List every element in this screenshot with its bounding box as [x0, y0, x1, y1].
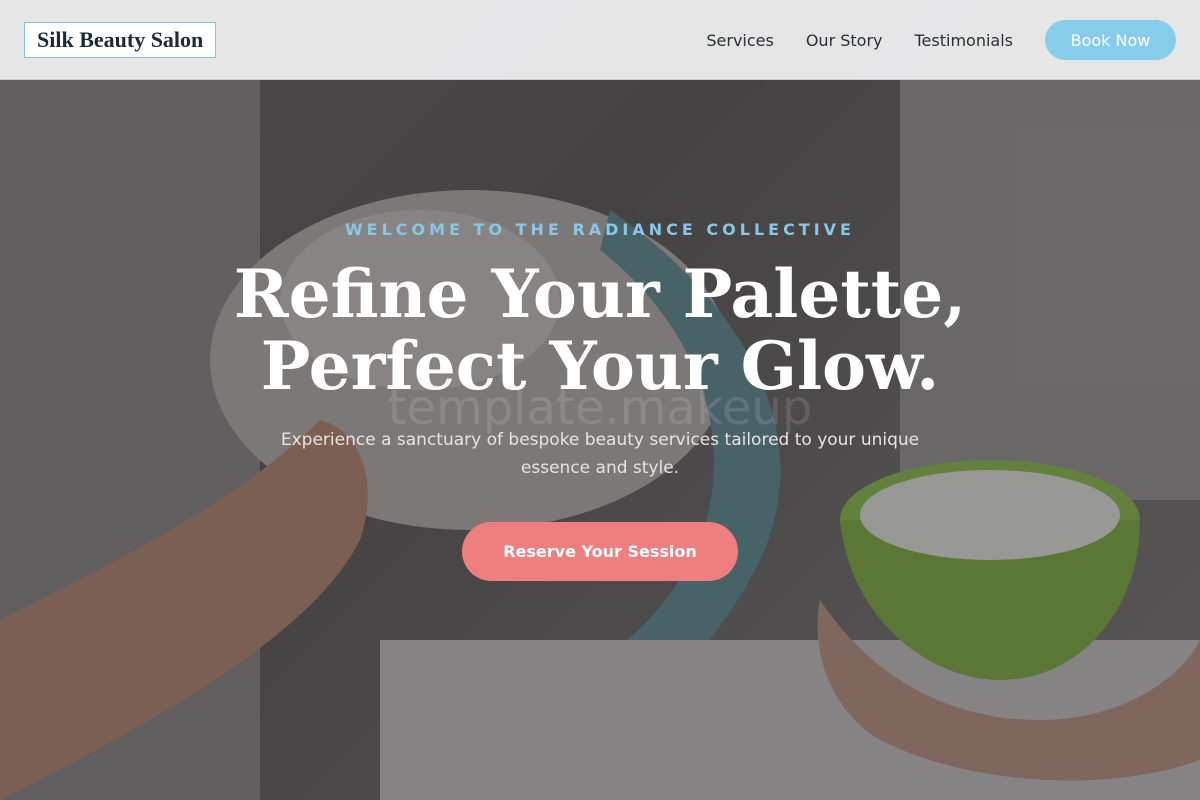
book-now-button[interactable]: Book Now — [1045, 20, 1176, 60]
hero-headline: Refine Your Palette, Perfect Your Glow. — [0, 258, 1200, 402]
nav-link-our-story[interactable]: Our Story — [806, 31, 883, 50]
hero-headline-line2: Perfect Your Glow. — [260, 327, 940, 405]
site-header: Silk Beauty Salon Services Our Story Tes… — [0, 0, 1200, 80]
reserve-session-button[interactable]: Reserve Your Session — [462, 522, 738, 581]
hero-eyebrow: WELCOME TO THE RADIANCE COLLECTIVE — [345, 220, 855, 239]
hero-subtext: Experience a sanctuary of bespoke beauty… — [280, 430, 920, 478]
hero-content: template.makeup WELCOME TO THE RADIANCE … — [0, 80, 1200, 800]
main-nav: Services Our Story Testimonials Book Now — [674, 20, 1176, 60]
nav-link-services[interactable]: Services — [706, 31, 773, 50]
hero-headline-line1: Refine Your Palette, — [233, 255, 967, 333]
nav-link-testimonials[interactable]: Testimonials — [915, 31, 1014, 50]
brand-logo[interactable]: Silk Beauty Salon — [24, 22, 217, 58]
